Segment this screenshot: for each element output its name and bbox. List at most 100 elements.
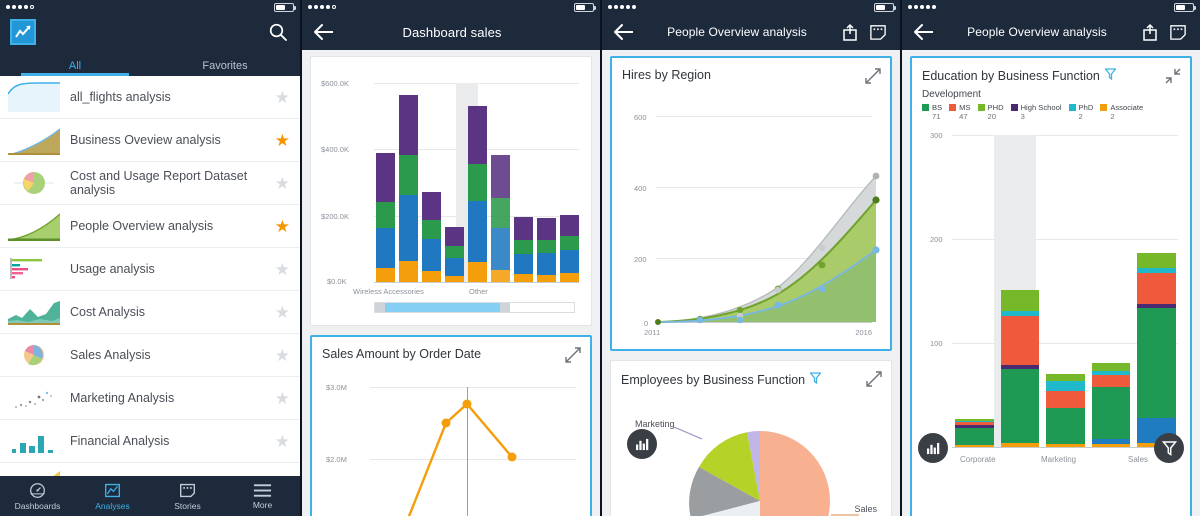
card-header: Sales Amount by Order Date — [322, 347, 580, 361]
nav-stories[interactable]: Stories — [150, 482, 225, 511]
card-title: Education by Business Function — [922, 69, 1100, 83]
expand-icon[interactable] — [866, 371, 882, 392]
list-item[interactable]: Cost and Usage Report Dataset analysis ★ — [0, 162, 300, 205]
list-item[interactable]: Cost Analysis ★ — [0, 291, 300, 334]
panel-education-by-business-function: People Overview analysis Education by Bu… — [900, 0, 1200, 516]
favorite-star-icon[interactable]: ★ — [275, 390, 290, 407]
story-card-icon[interactable] — [1166, 20, 1190, 44]
nav-analyses-label: Analyses — [95, 500, 130, 511]
dashboard-header: People Overview analysis — [602, 14, 900, 50]
bar[interactable] — [537, 218, 556, 282]
expand-icon[interactable] — [865, 68, 881, 89]
favorite-star-icon[interactable]: ★ — [275, 132, 290, 149]
filter-icon[interactable] — [1104, 67, 1117, 85]
back-arrow-icon[interactable] — [312, 20, 336, 44]
tab-favorites[interactable]: Favorites — [150, 50, 300, 76]
dashboard-scroll[interactable]: Education by Business Function Developme… — [902, 50, 1200, 516]
legend-value: 20 — [987, 112, 996, 121]
bar-development-highlighted[interactable] — [1000, 290, 1040, 447]
nav-more[interactable]: More — [225, 483, 300, 510]
share-icon[interactable] — [1138, 20, 1162, 44]
x-label-wireless: Wireless Accessories — [353, 287, 424, 296]
scatter-thumb-icon — [8, 383, 60, 413]
bottom-navigation: Dashboards Analyses Stories More — [0, 476, 300, 516]
favorite-star-icon[interactable]: ★ — [275, 304, 290, 321]
bar[interactable] — [399, 95, 418, 282]
chart-toggle-fab[interactable] — [627, 429, 657, 459]
y-tick-400: $400.0K — [321, 145, 349, 154]
y-tick-200: 200 — [634, 255, 647, 264]
bar[interactable] — [560, 215, 579, 282]
chart-toggle-fab[interactable] — [918, 433, 948, 463]
favorite-star-icon[interactable]: ★ — [275, 218, 290, 235]
favorite-star-icon[interactable]: ★ — [275, 89, 290, 106]
dashboard-scroll[interactable]: $600.0K $400.0K $200.0K $0.0K Wireless A… — [302, 50, 600, 516]
nav-stories-label: Stories — [174, 500, 201, 511]
filter-funnel-fab[interactable] — [1154, 433, 1184, 463]
y-tick-0: $0.0K — [327, 277, 347, 286]
bar-marketing[interactable] — [1046, 374, 1085, 447]
pie-slice-sales — [760, 431, 830, 516]
bar-sales[interactable] — [1137, 253, 1176, 447]
bar[interactable] — [468, 106, 487, 282]
panel-people-overview-hires: People Overview analysis Hires by Region… — [600, 0, 900, 516]
back-arrow-icon[interactable] — [612, 20, 636, 44]
legend-item-high-school[interactable]: High School 3 — [1010, 103, 1062, 121]
list-item[interactable]: all_flights analysis ★ — [0, 76, 300, 119]
bar-highlighted[interactable] — [491, 155, 510, 282]
chart-subtitle: Development — [922, 89, 981, 100]
bar[interactable] — [422, 192, 441, 282]
legend-item-phd[interactable]: PhD 2 — [1068, 103, 1093, 121]
x-tick-start: 2011 — [644, 328, 661, 337]
legend-item-ms[interactable]: MS 47 — [949, 103, 971, 121]
collapse-icon[interactable] — [1165, 68, 1181, 89]
dashboard-scroll[interactable]: Hires by Region 600 400 200 0 2011 2016 … — [602, 50, 900, 516]
list-item[interactable]: Usage analysis ★ — [0, 248, 300, 291]
axis-line — [374, 282, 579, 283]
back-arrow-icon[interactable] — [912, 20, 936, 44]
signal-dots-icon — [908, 5, 936, 9]
dashboard-header: Dashboard sales — [302, 14, 600, 50]
list-item[interactable]: Financial Analysis ★ — [0, 420, 300, 463]
scrollbar-handle[interactable] — [385, 303, 500, 312]
share-icon[interactable] — [838, 20, 862, 44]
legend-item-bs[interactable]: BS 71 — [922, 103, 942, 121]
bar[interactable] — [514, 217, 533, 282]
signal-dots-icon — [308, 5, 336, 9]
bar-operations[interactable] — [1091, 363, 1131, 447]
list-item[interactable]: Marketing Analysis ★ — [0, 377, 300, 420]
nav-more-label: More — [252, 499, 273, 510]
bar[interactable] — [445, 227, 464, 282]
favorite-star-icon[interactable]: ★ — [275, 261, 290, 278]
horizontal-scrollbar[interactable] — [374, 302, 575, 313]
list-item[interactable]: People Overview analysis ★ — [0, 205, 300, 248]
scrollbar-right-grip[interactable] — [500, 303, 510, 312]
list-item[interactable]: Sales Analysis ★ — [0, 334, 300, 377]
y-tick-200: $200.0K — [321, 212, 349, 221]
filter-icon[interactable] — [809, 371, 822, 389]
bar-corporate[interactable] — [955, 419, 994, 447]
bar[interactable] — [376, 153, 395, 282]
area-tan-thumb-icon — [8, 125, 60, 155]
bar-group — [955, 135, 1176, 447]
expand-icon[interactable] — [565, 347, 581, 368]
tab-all[interactable]: All — [0, 50, 150, 76]
story-card-icon[interactable] — [866, 20, 890, 44]
list-item-label: Usage analysis — [70, 262, 155, 276]
legend-item-associate[interactable]: Associate 2 — [1100, 103, 1143, 121]
x-label-corporate: Corporate — [960, 455, 996, 464]
nav-analyses[interactable]: Analyses — [75, 482, 150, 511]
favorite-star-icon[interactable]: ★ — [275, 347, 290, 364]
favorite-star-icon[interactable]: ★ — [275, 433, 290, 450]
analyses-list[interactable]: all_flights analysis ★ Business Oveview … — [0, 76, 300, 486]
list-item[interactable]: Business Oveview analysis ★ — [0, 119, 300, 162]
favorite-star-icon[interactable]: ★ — [275, 175, 290, 192]
vbar-thumb-icon — [8, 426, 60, 456]
search-icon[interactable] — [266, 20, 290, 44]
legend-item-phd-upper[interactable]: PHD 20 — [977, 103, 1004, 121]
nav-dashboards[interactable]: Dashboards — [0, 482, 75, 511]
scrollbar-left-grip[interactable] — [375, 303, 385, 312]
story-card-icon — [180, 483, 195, 497]
panel-dashboard-sales: Dashboard sales $600.0K $400.0K $200.0K … — [300, 0, 600, 516]
line-chart: $3.0M $2.0M $1.0M — [322, 367, 580, 516]
